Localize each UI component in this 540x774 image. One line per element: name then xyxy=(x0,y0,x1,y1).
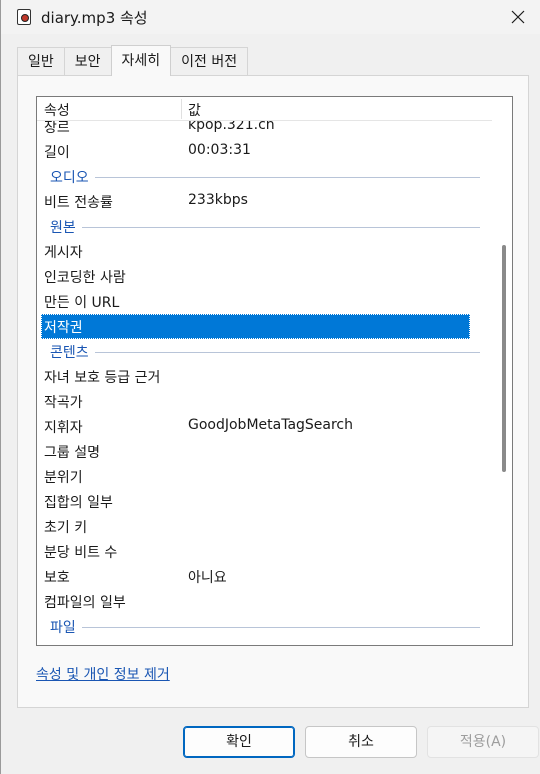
list-item[interactable]: 분위기 xyxy=(37,464,492,489)
property-name: 집합의 일부 xyxy=(44,495,113,511)
list-item[interactable]: 인코딩한 사람 xyxy=(37,264,492,289)
property-name: 지휘자 xyxy=(44,420,83,436)
property-name: 인코딩한 사람 xyxy=(44,270,126,286)
vertical-scrollbar[interactable] xyxy=(497,97,512,645)
list-item[interactable]: 집합의 일부 xyxy=(37,489,492,514)
list-header: 속성 값 xyxy=(37,97,492,121)
tab-details[interactable]: 자세히 xyxy=(110,45,172,76)
group-header[interactable]: 오디오 xyxy=(37,164,492,189)
group-header[interactable]: 원본 xyxy=(37,214,492,239)
details-panel: 장르 kpop.321.cn 길이 00:03:31 오디오 비트 전송률 233kbps 원… xyxy=(17,75,529,708)
group-header[interactable]: 파일 xyxy=(37,614,492,639)
property-name: 분당 비트 수 xyxy=(44,545,118,561)
dialog-footer: 확인 취소 적용(A) xyxy=(1,708,540,774)
group-label: 파일 xyxy=(50,620,76,636)
property-list[interactable]: 장르 kpop.321.cn 길이 00:03:31 오디오 비트 전송률 233kbps 원… xyxy=(36,96,513,646)
column-header-property[interactable]: 속성 xyxy=(44,100,70,120)
close-icon xyxy=(511,10,525,24)
property-name: 자녀 보호 등급 근거 xyxy=(44,370,161,386)
property-name: 작곡가 xyxy=(44,395,83,411)
remove-properties-link[interactable]: 속성 및 개인 정보 제거 xyxy=(36,664,170,684)
scrollbar-thumb[interactable] xyxy=(502,245,506,472)
list-item[interactable]: 만든 이 URL xyxy=(37,289,492,314)
property-name: 초기 키 xyxy=(44,520,88,536)
property-name: 게시자 xyxy=(44,245,83,261)
property-value: 아니요 xyxy=(188,570,227,586)
tab-security[interactable]: 보안 xyxy=(63,47,112,76)
cancel-button[interactable]: 취소 xyxy=(305,726,417,758)
property-name: 저작권 xyxy=(44,320,83,336)
property-name: 보호 xyxy=(44,570,70,586)
title-bar: diary.mp3 속성 xyxy=(1,0,540,34)
property-name: 그룹 설명 xyxy=(44,445,100,461)
property-name: 만든 이 URL xyxy=(44,295,120,311)
audio-file-icon xyxy=(17,9,31,25)
list-item[interactable]: 초기 키 xyxy=(37,514,492,539)
group-label: 오디오 xyxy=(50,170,89,186)
list-item[interactable]: 보호 아니요 xyxy=(37,564,492,589)
group-divider-line xyxy=(82,627,480,628)
tab-strip: 일반 보안 자세히 이전 버전 xyxy=(17,45,249,76)
group-divider-line xyxy=(95,352,480,353)
list-item[interactable]: 그룹 설명 xyxy=(37,439,492,464)
list-item[interactable]: 작곡가 xyxy=(37,389,492,414)
list-item[interactable]: 지휘자 GoodJobMetaTagSearch xyxy=(37,414,492,439)
list-item[interactable]: 비트 전송률 233kbps xyxy=(37,189,492,214)
window-title: diary.mp3 속성 xyxy=(41,9,148,27)
close-button[interactable] xyxy=(495,0,540,34)
ok-button[interactable]: 확인 xyxy=(183,726,295,758)
column-divider[interactable] xyxy=(181,99,182,119)
property-value: 00:03:31 xyxy=(188,142,251,158)
property-name: 길이 xyxy=(44,145,70,161)
selection-highlight xyxy=(41,314,470,339)
group-divider-line xyxy=(95,177,480,178)
list-item[interactable]: 컴파일의 일부 xyxy=(37,589,492,614)
tab-general[interactable]: 일반 xyxy=(17,47,65,76)
apply-button[interactable]: 적용(A) xyxy=(427,726,539,758)
group-label: 콘텐츠 xyxy=(50,345,89,361)
group-divider-line xyxy=(82,227,480,228)
list-item-selected[interactable]: 저작권 xyxy=(37,314,492,339)
tab-previous-versions[interactable]: 이전 버전 xyxy=(170,47,249,76)
group-label: 원본 xyxy=(50,220,76,236)
property-name: 비트 전송률 xyxy=(44,195,113,211)
property-value: 233kbps xyxy=(188,192,248,208)
property-value: GoodJobMetaTagSearch xyxy=(188,417,354,433)
list-item[interactable]: 분당 비트 수 xyxy=(37,539,492,564)
list-item[interactable]: 자녀 보호 등급 근거 xyxy=(37,364,492,389)
list-item[interactable]: 길이 00:03:31 xyxy=(37,139,492,164)
property-name: 컴파일의 일부 xyxy=(44,595,126,611)
group-header[interactable]: 콘텐츠 xyxy=(37,339,492,364)
column-header-value[interactable]: 값 xyxy=(188,100,201,120)
property-name: 분위기 xyxy=(44,470,83,486)
properties-dialog: diary.mp3 속성 일반 보안 자세히 이전 버전 장르 kpop.321.… xyxy=(0,0,540,774)
list-item[interactable]: 게시자 xyxy=(37,239,492,264)
